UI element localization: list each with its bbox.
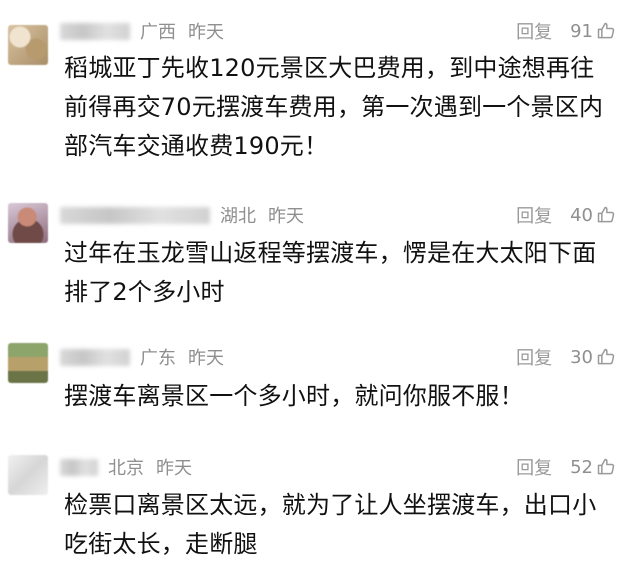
avatar[interactable] — [8, 343, 48, 383]
reply-button[interactable]: 回复 — [516, 202, 552, 228]
comment-meta: 广东 昨天 回复 30 — [60, 343, 616, 371]
reply-button[interactable]: 回复 — [516, 454, 552, 480]
time-text: 昨天 — [188, 348, 224, 369]
location-text: 北京 — [108, 458, 144, 479]
thumbs-up-icon[interactable] — [596, 21, 616, 41]
comment-actions: 回复 52 — [516, 454, 616, 480]
time-text: 昨天 — [156, 458, 192, 479]
time-text: 昨天 — [188, 22, 224, 43]
avatar[interactable] — [8, 25, 48, 65]
comment-text: 摆渡车离景区一个多小时，就问你服不服！ — [64, 382, 524, 410]
like-count[interactable]: 40 — [570, 205, 593, 226]
username-blurred[interactable] — [60, 348, 130, 366]
reply-button[interactable]: 回复 — [516, 344, 552, 370]
username-blurred[interactable] — [60, 22, 130, 40]
like-count[interactable]: 30 — [570, 347, 593, 368]
like-count[interactable]: 91 — [570, 21, 593, 42]
comment-meta: 湖北 昨天 回复 40 — [60, 201, 616, 229]
comment-actions: 回复 40 — [516, 202, 616, 228]
location-text: 湖北 — [220, 206, 256, 227]
thumbs-up-icon[interactable] — [596, 347, 616, 367]
location-text: 广东 — [140, 348, 176, 369]
location-text: 广西 — [140, 22, 176, 43]
like-count[interactable]: 52 — [570, 457, 593, 478]
avatar[interactable] — [8, 203, 48, 243]
comment-actions: 回复 30 — [516, 344, 616, 370]
thumbs-up-icon[interactable] — [596, 457, 616, 477]
comment-actions: 回复 91 — [516, 18, 616, 44]
avatar[interactable] — [8, 455, 48, 495]
thumbs-up-icon[interactable] — [596, 205, 616, 225]
comment-text: 检票口离景区太远，就为了让人坐摆渡车，出口小吃街太长，走断腿 — [64, 491, 597, 558]
comment-meta: 广西 昨天 回复 91 — [60, 17, 616, 45]
comment-text: 稻城亚丁先收120元景区大巴费用，到中途想再往前得再交70元摆渡车费用，第一次遇… — [64, 54, 604, 160]
time-text: 昨天 — [268, 206, 304, 227]
username-blurred[interactable] — [60, 458, 98, 476]
comment-text: 过年在玉龙雪山返程等摆渡车，愣是在大太阳下面排了2个多小时 — [64, 239, 597, 306]
comment-meta: 北京 昨天 回复 52 — [60, 453, 616, 481]
username-blurred[interactable] — [60, 206, 210, 224]
reply-button[interactable]: 回复 — [516, 18, 552, 44]
